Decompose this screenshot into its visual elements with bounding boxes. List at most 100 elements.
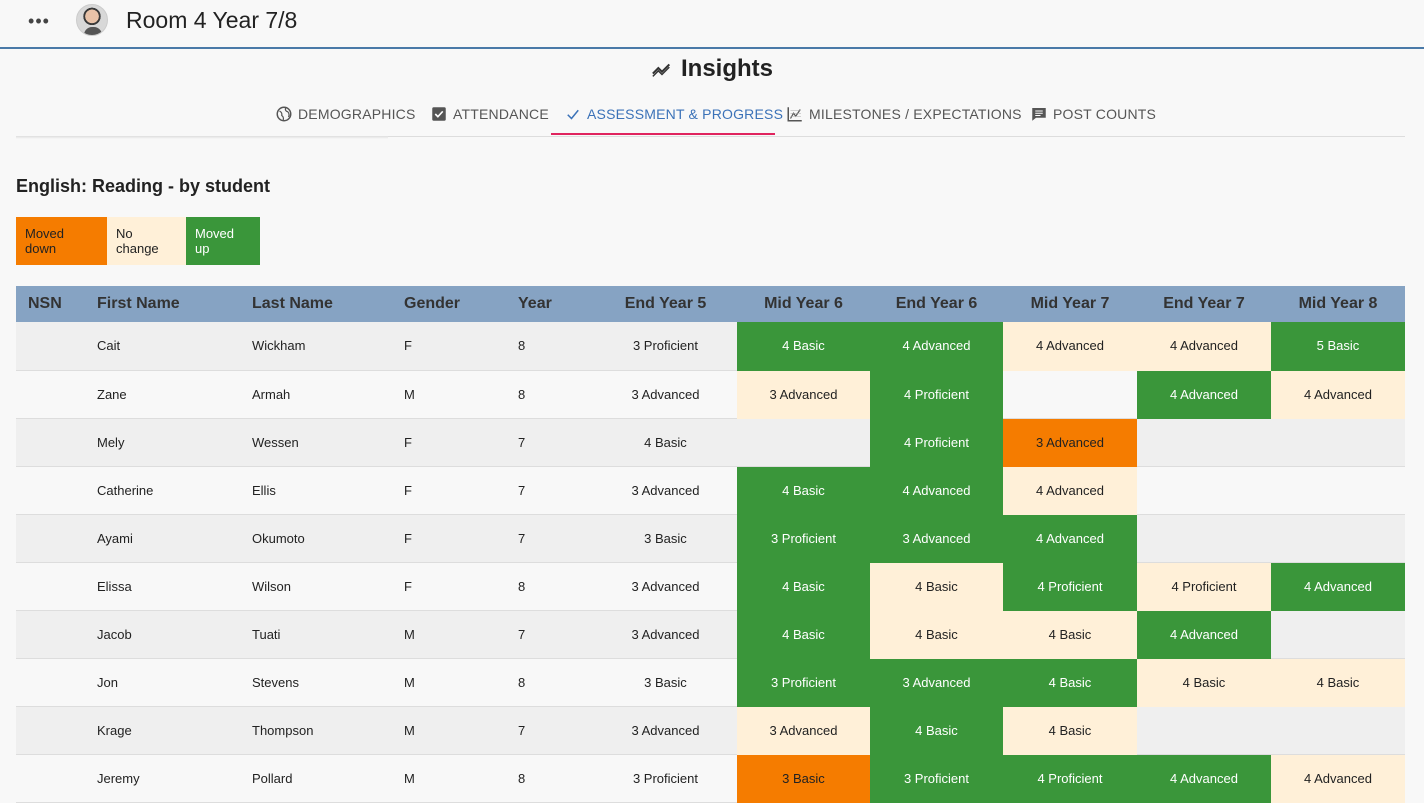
level-cell: 4 Proficient <box>1003 562 1137 611</box>
year-cell: 7 <box>506 706 594 755</box>
level-cell: 3 Proficient <box>737 514 870 563</box>
first-name-cell: Elissa <box>85 562 240 611</box>
level-cell: 4 Advanced <box>1271 562 1405 611</box>
nsn-cell <box>16 370 85 419</box>
legend: Moved down No change Moved up <box>16 217 260 265</box>
level-cell <box>1271 514 1405 563</box>
gender-cell: F <box>392 466 506 515</box>
globe-icon <box>276 106 292 122</box>
nsn-cell <box>16 610 85 659</box>
column-header[interactable]: Mid Year 6 <box>737 286 870 322</box>
column-header[interactable]: Mid Year 8 <box>1271 286 1405 322</box>
first-name-cell: Catherine <box>85 466 240 515</box>
legend-no-change: No change <box>107 217 186 265</box>
year-cell: 8 <box>506 658 594 707</box>
level-cell: 4 Advanced <box>1137 322 1271 371</box>
level-cell: 3 Advanced <box>870 514 1003 563</box>
gender-cell: M <box>392 370 506 419</box>
level-cell: 4 Basic <box>870 562 1003 611</box>
column-header[interactable]: End Year 7 <box>1137 286 1271 322</box>
year-cell: 7 <box>506 418 594 467</box>
level-cell <box>737 418 870 467</box>
first-name-cell: Jon <box>85 658 240 707</box>
level-cell <box>1271 610 1405 659</box>
tab-label: ATTENDANCE <box>453 106 549 122</box>
level-cell: 3 Advanced <box>594 706 737 755</box>
tab-attendance[interactable]: ATTENDANCE <box>430 92 549 136</box>
checkmark-icon <box>567 109 579 120</box>
tab-post-counts[interactable]: POST COUNTS <box>1030 92 1156 136</box>
level-cell: 4 Proficient <box>870 370 1003 419</box>
gender-cell: M <box>392 610 506 659</box>
level-cell: 3 Basic <box>594 514 737 563</box>
tab-label: DEMOGRAPHICS <box>298 106 416 122</box>
level-cell: 4 Advanced <box>1137 370 1271 419</box>
last-name-cell: Wickham <box>240 322 392 371</box>
column-header[interactable]: NSN <box>16 286 85 322</box>
level-cell: 4 Basic <box>1003 706 1137 755</box>
level-cell: 3 Advanced <box>594 562 737 611</box>
column-header[interactable]: End Year 5 <box>594 286 737 322</box>
tab-milestones-expectations[interactable]: MILESTONES / EXPECTATIONS <box>786 92 1022 136</box>
table-row[interactable]: Catherine Ellis F 7 3 Advanced 4 Basic 4 Advan… <box>16 466 1405 515</box>
level-cell: 4 Basic <box>1137 658 1271 707</box>
column-header[interactable]: Last Name <box>240 286 392 322</box>
tab-label: MILESTONES / EXPECTATIONS <box>809 106 1022 122</box>
table-row[interactable]: Ayami Okumoto F 7 3 Basic 3 Proficient 3 Advan… <box>16 514 1405 563</box>
gender-cell: F <box>392 322 506 371</box>
gender-cell: F <box>392 418 506 467</box>
level-cell: 4 Advanced <box>1137 610 1271 659</box>
level-cell: 4 Basic <box>1003 610 1137 659</box>
tab-demographics[interactable]: DEMOGRAPHICS <box>275 92 416 136</box>
legend-moved-down: Moved down <box>16 217 107 265</box>
column-header[interactable]: End Year 6 <box>870 286 1003 322</box>
level-cell: 4 Basic <box>737 562 870 611</box>
last-name-cell: Stevens <box>240 658 392 707</box>
level-cell: 4 Advanced <box>870 322 1003 371</box>
more-horizontal-icon[interactable]: ••• <box>28 12 50 30</box>
divider <box>16 136 388 139</box>
level-cell: 5 Basic <box>1271 322 1405 371</box>
table-row[interactable]: Zane Armah M 8 3 Advanced 3 Advanced 4 Profici… <box>16 370 1405 419</box>
last-name-cell: Thompson <box>240 706 392 755</box>
page-title: Room 4 Year 7/8 <box>126 7 298 33</box>
insights-header: Insights <box>0 55 1424 85</box>
level-cell: 3 Advanced <box>737 370 870 419</box>
level-cell <box>1271 466 1405 515</box>
last-name-cell: Armah <box>240 370 392 419</box>
table-row[interactable]: Cait Wickham F 8 3 Proficient 4 Basic 4 Advanc… <box>16 322 1405 371</box>
section-title: English: Reading - by student <box>16 176 271 196</box>
table-row[interactable]: Jacob Tuati M 7 3 Advanced 4 Basic 4 Basic 4 Ba… <box>16 610 1405 659</box>
tab-assessment-progress[interactable]: ASSESSMENT & PROGRESS <box>564 92 783 136</box>
first-name-cell: Krage <box>85 706 240 755</box>
level-cell: 4 Basic <box>1003 658 1137 707</box>
first-name-cell: Zane <box>85 370 240 419</box>
table-header-row: NSN First Name Last Name Gender Year End Year… <box>16 286 1405 322</box>
column-header[interactable]: Gender <box>392 286 506 322</box>
year-cell: 7 <box>506 466 594 515</box>
student-progress-table: NSN First Name Last Name Gender Year End Year… <box>16 286 1405 803</box>
nsn-cell <box>16 466 85 515</box>
column-header[interactable]: Year <box>506 286 594 322</box>
last-name-cell: Wessen <box>240 418 392 467</box>
first-name-cell: Ayami <box>85 514 240 563</box>
table-row[interactable]: Elissa Wilson F 8 3 Advanced 4 Basic 4 Basic 4 … <box>16 562 1405 611</box>
table-row[interactable]: Jon Stevens M 8 3 Basic 3 Proficient 3 Advance… <box>16 658 1405 707</box>
last-name-cell: Tuati <box>240 610 392 659</box>
level-cell: 3 Proficient <box>594 322 737 371</box>
table-row[interactable]: Krage Thompson M 7 3 Advanced 3 Advanced 4 Bas… <box>16 706 1405 755</box>
table-row[interactable]: Mely Wessen F 7 4 Basic 4 Proficient 3 Advance… <box>16 418 1405 467</box>
nsn-cell <box>16 322 85 371</box>
column-header[interactable]: Mid Year 7 <box>1003 286 1137 322</box>
level-cell: 4 Advanced <box>1003 514 1137 563</box>
level-cell: 3 Basic <box>594 658 737 707</box>
tab-label: POST COUNTS <box>1053 106 1157 122</box>
level-cell: 4 Basic <box>737 466 870 515</box>
tab-label: ASSESSMENT & PROGRESS <box>587 106 784 122</box>
column-header[interactable]: First Name <box>85 286 240 322</box>
nsn-cell <box>16 562 85 611</box>
level-cell: 4 Advanced <box>1271 370 1405 419</box>
last-name-cell: Ellis <box>240 466 392 515</box>
level-cell: 3 Advanced <box>594 466 737 515</box>
avatar[interactable] <box>76 4 108 36</box>
